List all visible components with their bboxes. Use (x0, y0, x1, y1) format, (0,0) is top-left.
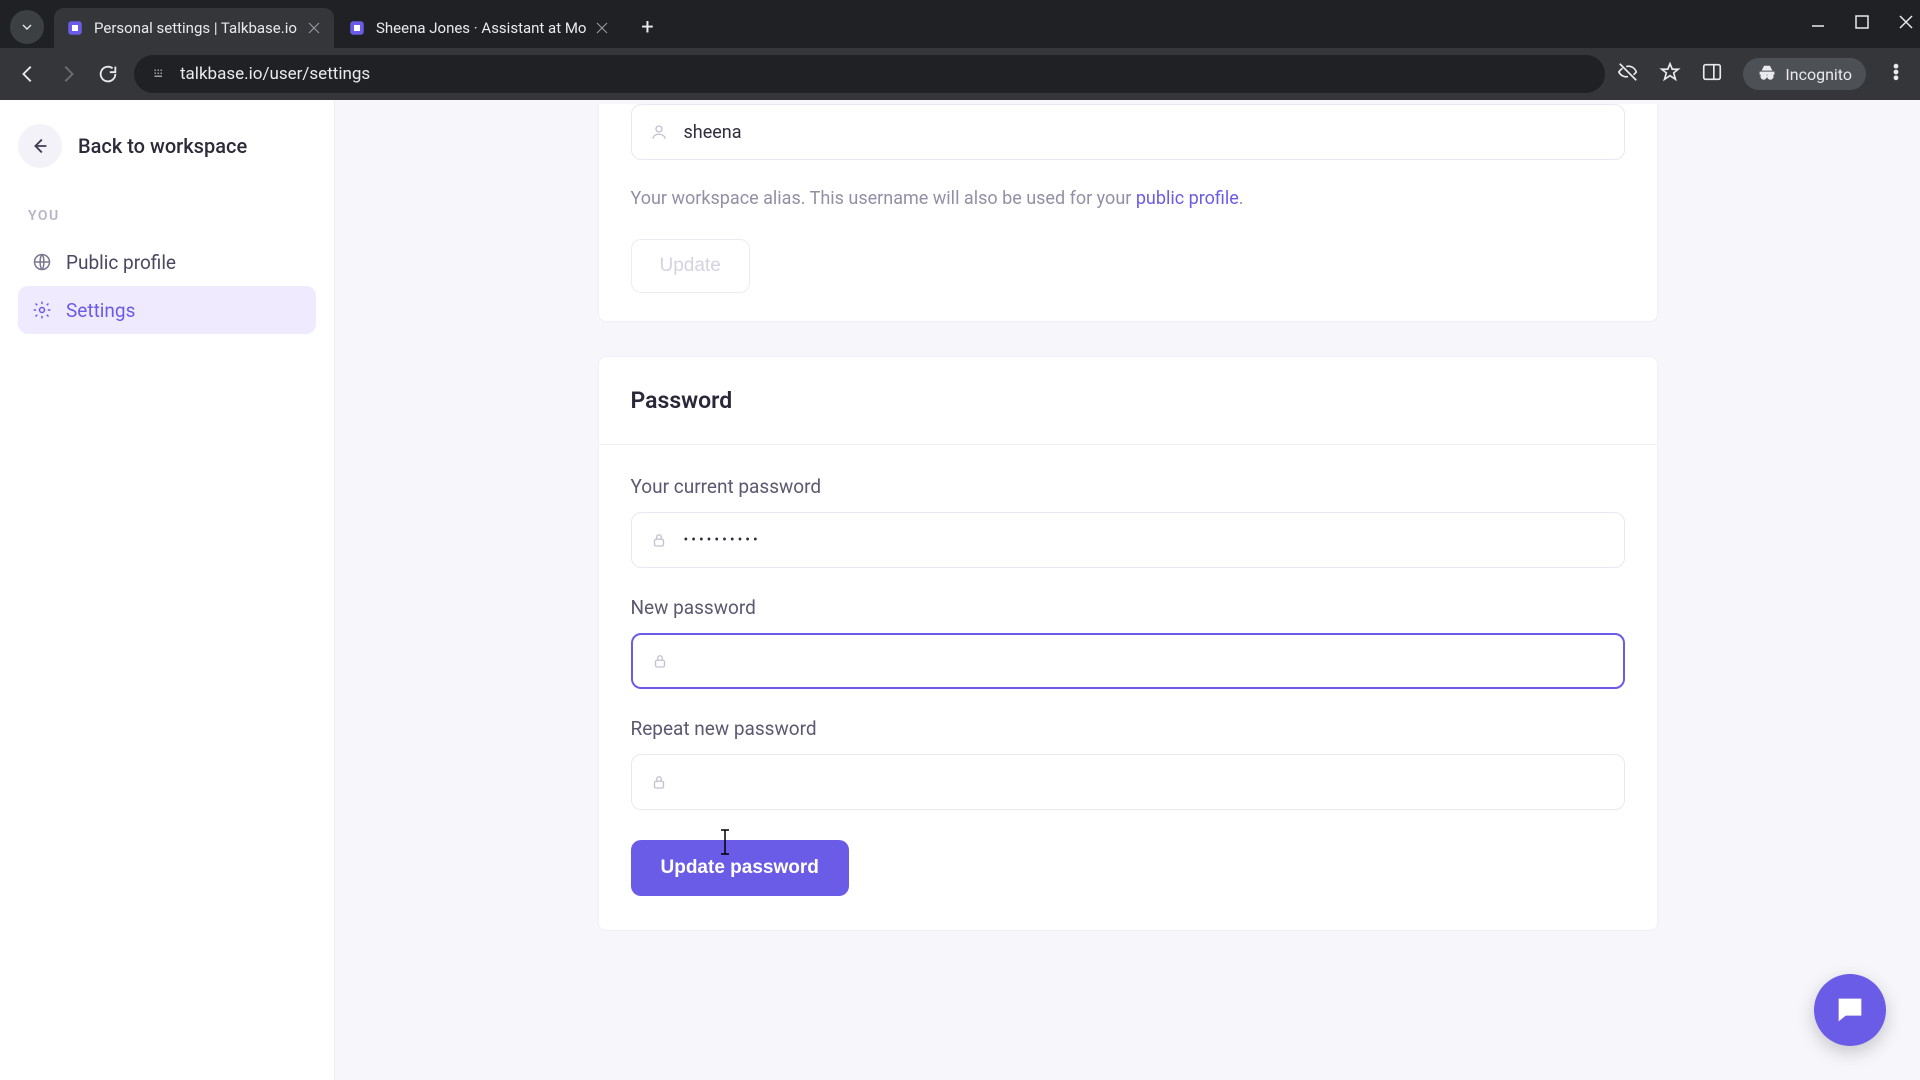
address-bar[interactable]: talkbase.io/user/settings (134, 55, 1605, 93)
tab-close-button[interactable] (594, 20, 610, 36)
incognito-icon (1757, 64, 1777, 84)
new-password-field[interactable] (685, 651, 1605, 672)
password-heading: Password (631, 387, 1625, 414)
incognito-indicator[interactable]: Incognito (1743, 58, 1866, 90)
arrow-left-icon (18, 124, 62, 168)
update-password-button[interactable]: Update password (631, 840, 849, 896)
new-password-input[interactable] (631, 633, 1625, 689)
side-panel-button[interactable] (1701, 61, 1723, 87)
sidebar-item-label: Public profile (66, 251, 176, 274)
window-maximize-button[interactable] (1854, 14, 1870, 34)
nav-back-button[interactable] (14, 60, 42, 88)
nav-reload-button[interactable] (94, 60, 122, 88)
browser-tab[interactable]: Sheena Jones · Assistant at Mo (336, 8, 622, 48)
new-password-label: New password (631, 596, 1625, 619)
gear-icon (32, 300, 52, 320)
site-favicon-icon (348, 19, 366, 37)
main-content-scroll[interactable]: Your workspace alias. This username will… (335, 100, 1920, 1080)
bookmark-star-button[interactable] (1659, 61, 1681, 87)
url-text: talkbase.io/user/settings (180, 64, 370, 84)
user-icon (650, 123, 668, 141)
chat-widget-button[interactable] (1814, 974, 1886, 1046)
incognito-label: Incognito (1785, 65, 1852, 84)
sidebar-item-public-profile[interactable]: Public profile (18, 238, 316, 286)
lock-icon (650, 773, 668, 791)
settings-sidebar: Back to workspace YOU Public profile Set… (0, 100, 335, 1080)
nav-forward-button[interactable] (54, 60, 82, 88)
new-tab-button[interactable]: + (630, 10, 664, 44)
username-field[interactable] (684, 122, 1606, 143)
back-to-workspace-link[interactable]: Back to workspace (18, 124, 316, 168)
sidebar-item-label: Settings (66, 299, 135, 322)
repeat-password-input[interactable] (631, 754, 1625, 810)
window-minimize-button[interactable] (1810, 14, 1826, 34)
site-favicon-icon (66, 19, 84, 37)
username-input[interactable] (631, 104, 1625, 160)
lock-icon (651, 652, 669, 670)
back-label: Back to workspace (78, 134, 247, 158)
chat-icon (1833, 993, 1867, 1027)
browser-toolbar: talkbase.io/user/settings Incognito (0, 48, 1920, 100)
tab-title: Personal settings | Talkbase.io (94, 19, 298, 37)
password-card: Password Your current password •••••••••… (598, 356, 1658, 931)
browser-menu-button[interactable] (1886, 62, 1906, 86)
current-password-mask: •••••••••• (684, 532, 761, 548)
repeat-password-field[interactable] (684, 772, 1606, 793)
sidebar-item-settings[interactable]: Settings (18, 286, 316, 334)
public-profile-link[interactable]: public profile (1136, 188, 1239, 209)
username-card: Your workspace alias. This username will… (598, 104, 1658, 322)
username-helper-text: Your workspace alias. This username will… (631, 186, 1625, 211)
eye-off-icon[interactable] (1617, 61, 1639, 87)
lock-icon (650, 531, 668, 549)
window-close-button[interactable] (1898, 14, 1914, 34)
current-password-input[interactable]: •••••••••• (631, 512, 1625, 568)
site-info-icon[interactable] (150, 65, 168, 83)
tab-title: Sheena Jones · Assistant at Mo (376, 19, 586, 37)
tab-search-button[interactable] (10, 10, 44, 44)
tab-close-button[interactable] (306, 20, 322, 36)
browser-tabstrip: Personal settings | Talkbase.io Sheena J… (0, 0, 1920, 48)
repeat-password-label: Repeat new password (631, 717, 1625, 740)
current-password-label: Your current password (631, 475, 1625, 498)
window-controls (1810, 0, 1914, 48)
update-username-button[interactable]: Update (631, 239, 750, 293)
sidebar-section-label: YOU (28, 208, 316, 224)
browser-tab-active[interactable]: Personal settings | Talkbase.io (54, 8, 334, 48)
chevron-down-icon (19, 19, 35, 35)
globe-icon (32, 252, 52, 272)
